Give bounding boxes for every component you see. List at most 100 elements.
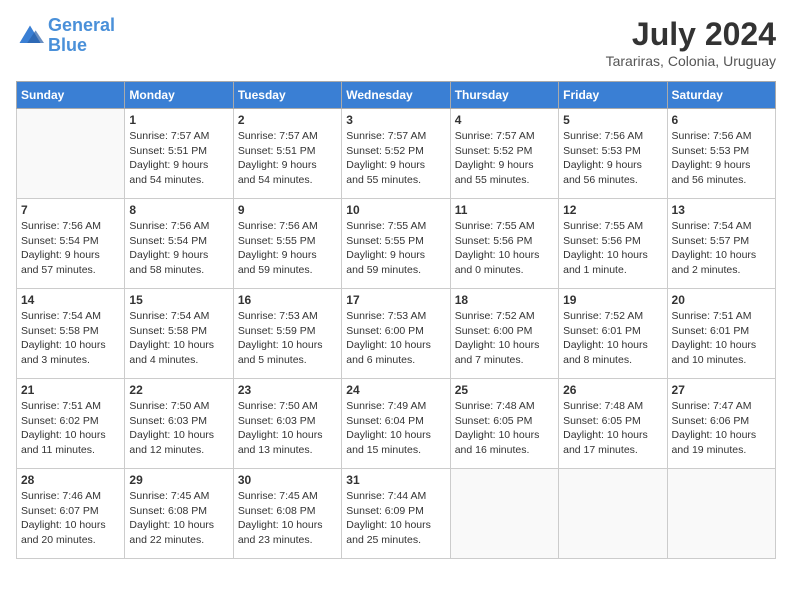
day-info: Sunrise: 7:51 AM Sunset: 6:02 PM Dayligh… [21, 399, 120, 458]
week-row-3: 21Sunrise: 7:51 AM Sunset: 6:02 PM Dayli… [17, 379, 776, 469]
day-info: Sunrise: 7:50 AM Sunset: 6:03 PM Dayligh… [129, 399, 228, 458]
day-number: 7 [21, 203, 120, 217]
calendar-cell: 28Sunrise: 7:46 AM Sunset: 6:07 PM Dayli… [17, 469, 125, 559]
calendar-cell: 6 Sunrise: 7:56 AM Sunset: 5:53 PM Daylig… [667, 109, 775, 199]
day-number: 6 [672, 113, 771, 127]
calendar-cell: 1 Sunrise: 7:57 AM Sunset: 5:51 PM Daylig… [125, 109, 233, 199]
day-number: 25 [455, 383, 554, 397]
day-info: Sunrise: 7:54 AM Sunset: 5:58 PM Dayligh… [21, 309, 120, 368]
calendar-cell: 25 Sunrise: 7:48 AM Sunset: 6:05 PM Dayli… [450, 379, 558, 469]
title-block: July 2024 Tarariras, Colonia, Uruguay [606, 16, 776, 69]
day-number: 27 [672, 383, 771, 397]
day-info: Sunrise: 7:57 AM Sunset: 5:52 PM Dayligh… [346, 129, 445, 188]
day-number: 30 [238, 473, 337, 487]
calendar-cell: 22Sunrise: 7:50 AM Sunset: 6:03 PM Dayli… [125, 379, 233, 469]
calendar-cell [559, 469, 667, 559]
logo-icon [16, 22, 44, 50]
calendar-cell: 2 Sunrise: 7:57 AM Sunset: 5:51 PM Daylig… [233, 109, 341, 199]
day-info: Sunrise: 7:52 AM Sunset: 6:00 PM Dayligh… [455, 309, 554, 368]
day-info: Sunrise: 7:56 AM Sunset: 5:54 PM Dayligh… [129, 219, 228, 278]
logo: General Blue [16, 16, 115, 56]
day-info: Sunrise: 7:56 AM Sunset: 5:53 PM Dayligh… [563, 129, 662, 188]
calendar-cell: 8Sunrise: 7:56 AM Sunset: 5:54 PM Daylig… [125, 199, 233, 289]
day-number: 18 [455, 293, 554, 307]
day-info: Sunrise: 7:50 AM Sunset: 6:03 PM Dayligh… [238, 399, 337, 458]
day-info: Sunrise: 7:49 AM Sunset: 6:04 PM Dayligh… [346, 399, 445, 458]
day-info: Sunrise: 7:54 AM Sunset: 5:57 PM Dayligh… [672, 219, 771, 278]
day-info: Sunrise: 7:55 AM Sunset: 5:56 PM Dayligh… [455, 219, 554, 278]
calendar-header-wednesday: Wednesday [342, 82, 450, 109]
day-number: 15 [129, 293, 228, 307]
calendar-cell: 21Sunrise: 7:51 AM Sunset: 6:02 PM Dayli… [17, 379, 125, 469]
day-number: 14 [21, 293, 120, 307]
day-info: Sunrise: 7:53 AM Sunset: 6:00 PM Dayligh… [346, 309, 445, 368]
calendar-header-thursday: Thursday [450, 82, 558, 109]
calendar-header-friday: Friday [559, 82, 667, 109]
calendar-cell: 16Sunrise: 7:53 AM Sunset: 5:59 PM Dayli… [233, 289, 341, 379]
calendar-cell [17, 109, 125, 199]
day-info: Sunrise: 7:51 AM Sunset: 6:01 PM Dayligh… [672, 309, 771, 368]
day-number: 1 [129, 113, 228, 127]
day-number: 2 [238, 113, 337, 127]
day-info: Sunrise: 7:57 AM Sunset: 5:51 PM Dayligh… [238, 129, 337, 188]
day-number: 11 [455, 203, 554, 217]
day-number: 19 [563, 293, 662, 307]
month-title: July 2024 [606, 16, 776, 53]
day-number: 28 [21, 473, 120, 487]
day-info: Sunrise: 7:45 AM Sunset: 6:08 PM Dayligh… [129, 489, 228, 548]
calendar-cell: 29Sunrise: 7:45 AM Sunset: 6:08 PM Dayli… [125, 469, 233, 559]
calendar-cell: 3 Sunrise: 7:57 AM Sunset: 5:52 PM Daylig… [342, 109, 450, 199]
day-info: Sunrise: 7:52 AM Sunset: 6:01 PM Dayligh… [563, 309, 662, 368]
day-number: 20 [672, 293, 771, 307]
day-info: Sunrise: 7:56 AM Sunset: 5:53 PM Dayligh… [672, 129, 771, 188]
calendar-cell [667, 469, 775, 559]
calendar-cell: 12 Sunrise: 7:55 AM Sunset: 5:56 PM Dayli… [559, 199, 667, 289]
day-number: 17 [346, 293, 445, 307]
day-number: 16 [238, 293, 337, 307]
calendar-cell: 26 Sunrise: 7:48 AM Sunset: 6:05 PM Dayli… [559, 379, 667, 469]
logo-line2: Blue [48, 35, 87, 55]
location: Tarariras, Colonia, Uruguay [606, 53, 776, 69]
calendar-cell: 23 Sunrise: 7:50 AM Sunset: 6:03 PM Dayli… [233, 379, 341, 469]
day-number: 26 [563, 383, 662, 397]
day-number: 23 [238, 383, 337, 397]
day-number: 10 [346, 203, 445, 217]
calendar-cell: 9Sunrise: 7:56 AM Sunset: 5:55 PM Daylig… [233, 199, 341, 289]
week-row-2: 14 Sunrise: 7:54 AM Sunset: 5:58 PM Dayli… [17, 289, 776, 379]
week-row-0: 1 Sunrise: 7:57 AM Sunset: 5:51 PM Daylig… [17, 109, 776, 199]
day-info: Sunrise: 7:55 AM Sunset: 5:55 PM Dayligh… [346, 219, 445, 278]
calendar-cell: 17 Sunrise: 7:53 AM Sunset: 6:00 PM Dayli… [342, 289, 450, 379]
day-info: Sunrise: 7:45 AM Sunset: 6:08 PM Dayligh… [238, 489, 337, 548]
day-info: Sunrise: 7:57 AM Sunset: 5:52 PM Dayligh… [455, 129, 554, 188]
logo-text: General Blue [48, 16, 115, 56]
calendar-cell: 20 Sunrise: 7:51 AM Sunset: 6:01 PM Dayli… [667, 289, 775, 379]
calendar-cell: 19 Sunrise: 7:52 AM Sunset: 6:01 PM Dayli… [559, 289, 667, 379]
day-info: Sunrise: 7:57 AM Sunset: 5:51 PM Dayligh… [129, 129, 228, 188]
day-info: Sunrise: 7:48 AM Sunset: 6:05 PM Dayligh… [455, 399, 554, 458]
calendar-cell: 11 Sunrise: 7:55 AM Sunset: 5:56 PM Dayli… [450, 199, 558, 289]
day-number: 4 [455, 113, 554, 127]
calendar-header-sunday: Sunday [17, 82, 125, 109]
day-number: 3 [346, 113, 445, 127]
day-info: Sunrise: 7:44 AM Sunset: 6:09 PM Dayligh… [346, 489, 445, 548]
day-number: 5 [563, 113, 662, 127]
calendar-cell: 10 Sunrise: 7:55 AM Sunset: 5:55 PM Dayli… [342, 199, 450, 289]
week-row-4: 28Sunrise: 7:46 AM Sunset: 6:07 PM Dayli… [17, 469, 776, 559]
day-info: Sunrise: 7:48 AM Sunset: 6:05 PM Dayligh… [563, 399, 662, 458]
day-number: 12 [563, 203, 662, 217]
day-info: Sunrise: 7:56 AM Sunset: 5:55 PM Dayligh… [238, 219, 337, 278]
day-info: Sunrise: 7:55 AM Sunset: 5:56 PM Dayligh… [563, 219, 662, 278]
calendar-cell: 18 Sunrise: 7:52 AM Sunset: 6:00 PM Dayli… [450, 289, 558, 379]
calendar-cell: 7Sunrise: 7:56 AM Sunset: 5:54 PM Daylig… [17, 199, 125, 289]
calendar-cell: 5 Sunrise: 7:56 AM Sunset: 5:53 PM Daylig… [559, 109, 667, 199]
calendar-header-monday: Monday [125, 82, 233, 109]
calendar-cell: 24Sunrise: 7:49 AM Sunset: 6:04 PM Dayli… [342, 379, 450, 469]
day-info: Sunrise: 7:54 AM Sunset: 5:58 PM Dayligh… [129, 309, 228, 368]
day-number: 31 [346, 473, 445, 487]
page-header: General Blue July 2024 Tarariras, Coloni… [16, 16, 776, 69]
calendar-table: SundayMondayTuesdayWednesdayThursdayFrid… [16, 81, 776, 559]
week-row-1: 7 Sunrise: 7:56 AM Sunset: 5:54 PM Daylig… [17, 199, 776, 289]
calendar-cell: 15 Sunrise: 7:54 AM Sunset: 5:58 PM Dayli… [125, 289, 233, 379]
day-info: Sunrise: 7:47 AM Sunset: 6:06 PM Dayligh… [672, 399, 771, 458]
calendar-cell: 27 Sunrise: 7:47 AM Sunset: 6:06 PM Dayli… [667, 379, 775, 469]
